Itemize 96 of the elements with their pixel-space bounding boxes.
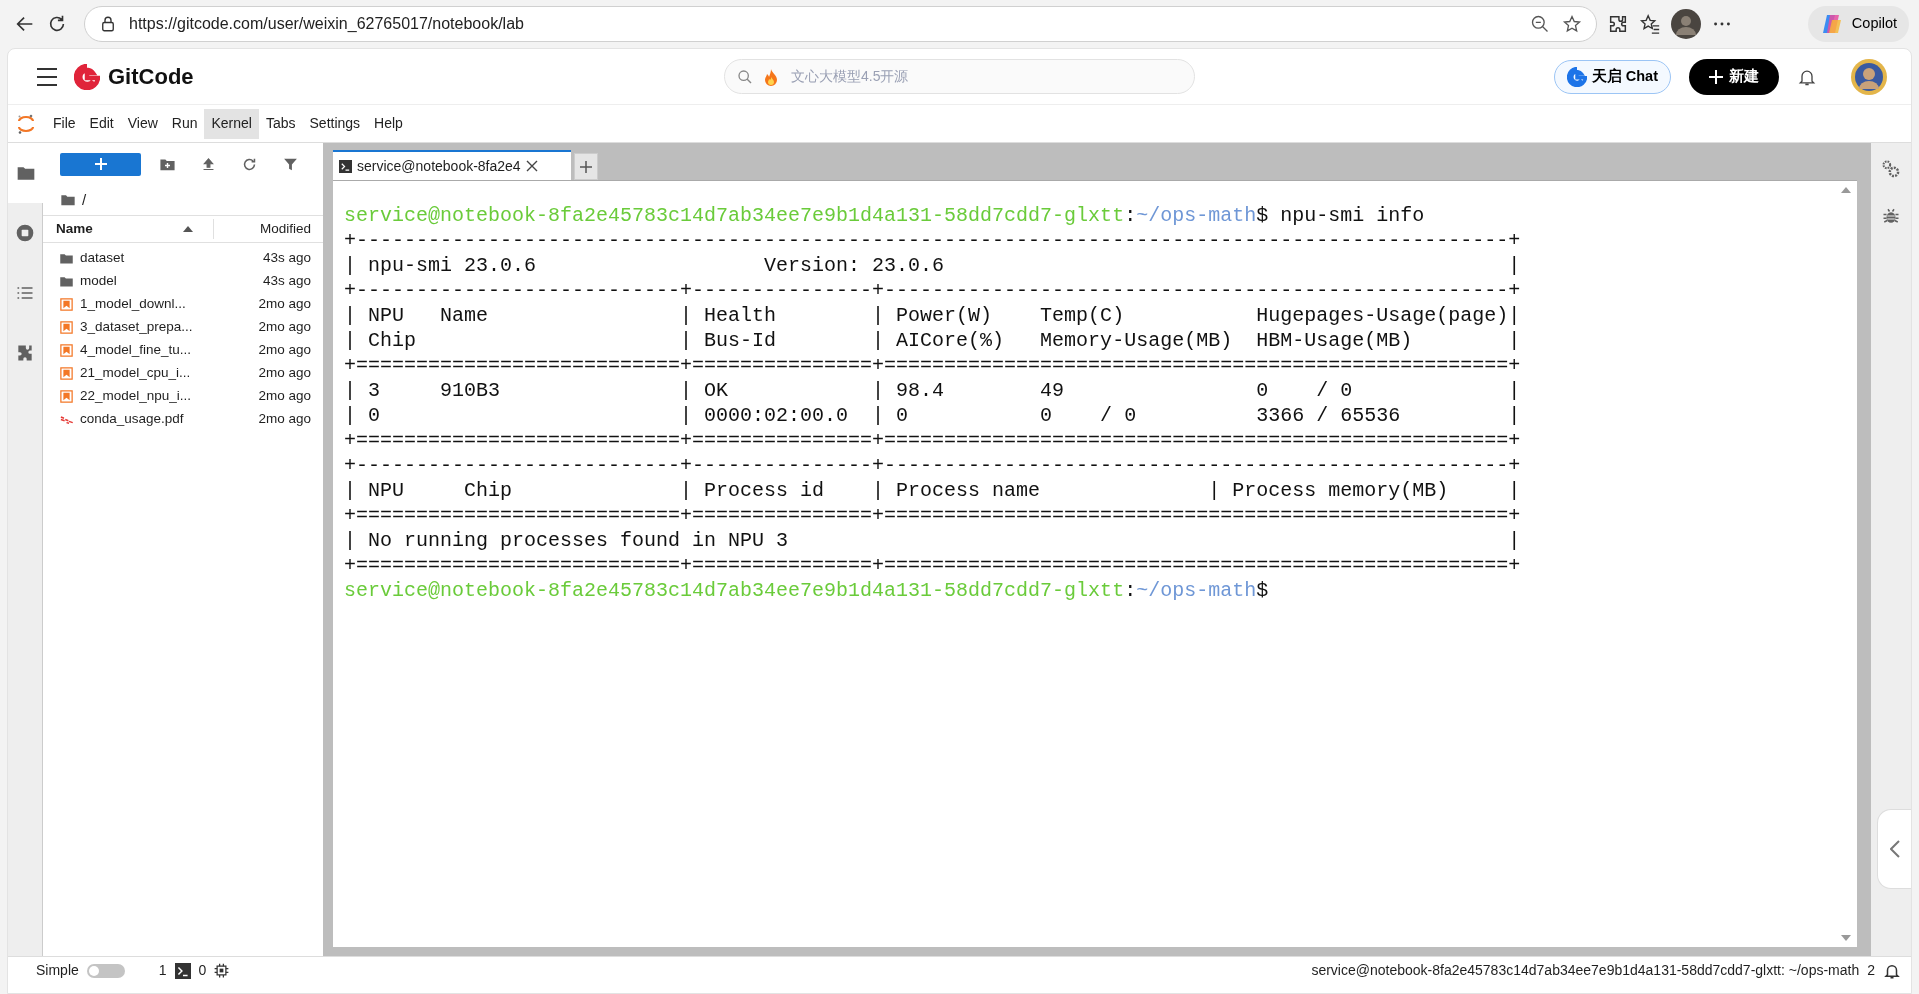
file-modified: 2mo ago: [257, 295, 312, 314]
file-modified: 2mo ago: [257, 387, 312, 406]
new-tab-button[interactable]: [574, 153, 598, 180]
file-modified: 43s ago: [261, 249, 312, 268]
menu-item[interactable]: Run: [164, 108, 205, 139]
logo-icon: [74, 63, 100, 90]
toggle-switch[interactable]: [86, 963, 125, 978]
plus-icon: [1709, 69, 1723, 84]
file-name[interactable]: dataset: [80, 248, 217, 269]
menu-item[interactable]: Edit: [82, 108, 121, 139]
file-modified: 2mo ago: [257, 364, 312, 383]
logo-text[interactable]: GitCode: [108, 60, 194, 93]
new-button[interactable]: 新建: [1689, 58, 1779, 95]
close-icon[interactable]: [525, 160, 538, 172]
flame-icon: [763, 67, 779, 86]
chevron-left-icon: [1889, 840, 1900, 858]
file-name[interactable]: model: [80, 271, 217, 292]
terminal-count: 1: [158, 961, 167, 980]
terminal-prompt: service@notebook-8fa2e45783c14d7ab34ee7e9b1d4a131-58dd7cdd7-glxtt:~/ops-math$ npu-smi info: [344, 203, 1426, 228]
new-launcher-button[interactable]: [60, 152, 141, 176]
menu-item[interactable]: Tabs: [258, 108, 303, 139]
scroll-up-icon[interactable]: [1841, 187, 1851, 193]
terminal-prompt: service@notebook-8fa2e45783c14d7ab34ee7e9b1d4a131-58dd7cdd7-glxtt:~/ops-math$: [344, 578, 1270, 603]
column-header[interactable]: Modified: [259, 220, 311, 236]
plus-icon: [94, 158, 107, 170]
notebook-icon: [59, 297, 74, 312]
zoom-out-icon[interactable]: [1530, 14, 1550, 34]
breadcrumb-link[interactable]: /: [82, 188, 87, 212]
kernel-count: 0: [198, 961, 207, 980]
site-info-icon: [99, 15, 117, 33]
notebook-icon: [59, 389, 74, 404]
sort-up-icon: [183, 226, 193, 232]
terminal-icon[interactable]: [174, 962, 191, 979]
file-name[interactable]: 4_model_fine_tu...: [80, 340, 217, 361]
stop-icon: [15, 223, 35, 243]
folder-icon[interactable]: [60, 192, 76, 208]
terminal-line: +---------------------------+---------------+----------------------------------------------------+: [344, 453, 1522, 478]
puzzle-icon: [15, 343, 35, 363]
menu-item[interactable]: Help: [367, 108, 410, 139]
notebook-icon: [59, 320, 74, 335]
favorites-icon[interactable]: [1639, 13, 1661, 35]
menu-item[interactable]: Settings: [302, 108, 368, 139]
plus-icon: [580, 160, 592, 173]
menu-item[interactable]: File: [46, 108, 83, 139]
terminal-line: | npu-smi 23.0.6 Version: 23.0.6 |: [344, 253, 1522, 278]
file-modified: 43s ago: [261, 272, 312, 291]
terminal-tab[interactable]: service@notebook-8fa2e4: [333, 150, 571, 180]
file-name[interactable]: 1_model_downl...: [80, 294, 217, 315]
terminal-line: +===========================+===============+====================================================+: [344, 428, 1522, 453]
file-modified: 2mo ago: [257, 341, 312, 360]
search-input[interactable]: 文心大模型4.5开源: [789, 65, 1182, 88]
terminal-line: +------------------------------------------------------------------------------------------------+: [344, 228, 1522, 253]
star-icon[interactable]: [1562, 14, 1582, 34]
file-name[interactable]: 21_model_cpu_i...: [80, 363, 217, 384]
search-icon: [737, 68, 753, 85]
notification-count: 2: [1867, 961, 1875, 980]
gears-icon[interactable]: [1881, 159, 1901, 179]
folder-icon: [59, 251, 74, 266]
column-header[interactable]: Name: [56, 218, 93, 240]
notebook-icon: [59, 343, 74, 358]
file-name[interactable]: conda_usage.pdf: [80, 409, 217, 430]
terminal-line: +===========================+===============+====================================================+: [344, 353, 1522, 378]
status-path: service@notebook-8fa2e45783c14d7ab34ee7e9b1d4a131-58dd7cdd7-glxtt: ~/ops-math: [1311, 961, 1860, 980]
bug-icon[interactable]: [1882, 207, 1900, 225]
terminal-line: +===========================+===============+====================================================+: [344, 553, 1522, 578]
folder-icon: [59, 274, 74, 289]
profile-avatar[interactable]: [1671, 9, 1701, 39]
terminal-line: | 3 910B3 | OK | 98.4 49 0 / 0 |: [344, 378, 1522, 403]
menu-icon[interactable]: [36, 66, 58, 87]
file-name[interactable]: 22_model_npu_i...: [80, 386, 217, 407]
g-logo-icon: [1566, 66, 1587, 87]
copilot-button[interactable]: Copilot: [1807, 6, 1909, 42]
scroll-down-icon[interactable]: [1841, 935, 1851, 941]
puzzle-icon[interactable]: [1607, 13, 1629, 35]
notebook-icon: [59, 366, 74, 381]
menu-item[interactable]: Kernel: [204, 108, 259, 139]
user-avatar[interactable]: [1851, 58, 1887, 95]
address-bar[interactable]: https://gitcode.com/user/weixin_62765017/notebook/lab: [84, 6, 1597, 42]
sidebar-tab[interactable]: [8, 143, 43, 203]
terminal-line: | 0 | 0000:02:00.0 | 0 0 / 0 3366 / 65536 |: [344, 403, 1522, 428]
terminal-line: | NPU Name | Health | Power(W) Temp(C) Hugepages-Usage(page)|: [344, 303, 1522, 328]
terminal-icon: [339, 159, 352, 173]
chat-button[interactable]: 天启 Chat: [1553, 59, 1671, 94]
file-name[interactable]: 3_dataset_prepa...: [80, 317, 217, 338]
jupyter-logo-icon: [16, 112, 36, 135]
mode-label: Simple: [36, 961, 79, 980]
terminal-line: +---------------------------+---------------+----------------------------------------------------+: [344, 278, 1522, 303]
search-field[interactable]: 文心大模型4.5开源: [724, 59, 1195, 94]
terminal-line: | No running processes found in NPU 3 |: [344, 528, 1522, 553]
file-modified: 2mo ago: [257, 410, 312, 429]
terminal-line: +===========================+===============+====================================================+: [344, 503, 1522, 528]
terminal-line: | NPU Chip | Process id | Process name | Process memory(MB) |: [344, 478, 1522, 503]
menu-item[interactable]: View: [120, 108, 165, 139]
file-modified: 2mo ago: [257, 318, 312, 337]
chip-icon[interactable]: [214, 963, 230, 978]
terminal-line: | Chip | Bus-Id | AICore(%) Memory-Usage(MB) HBM-Usage(MB) |: [344, 328, 1522, 353]
